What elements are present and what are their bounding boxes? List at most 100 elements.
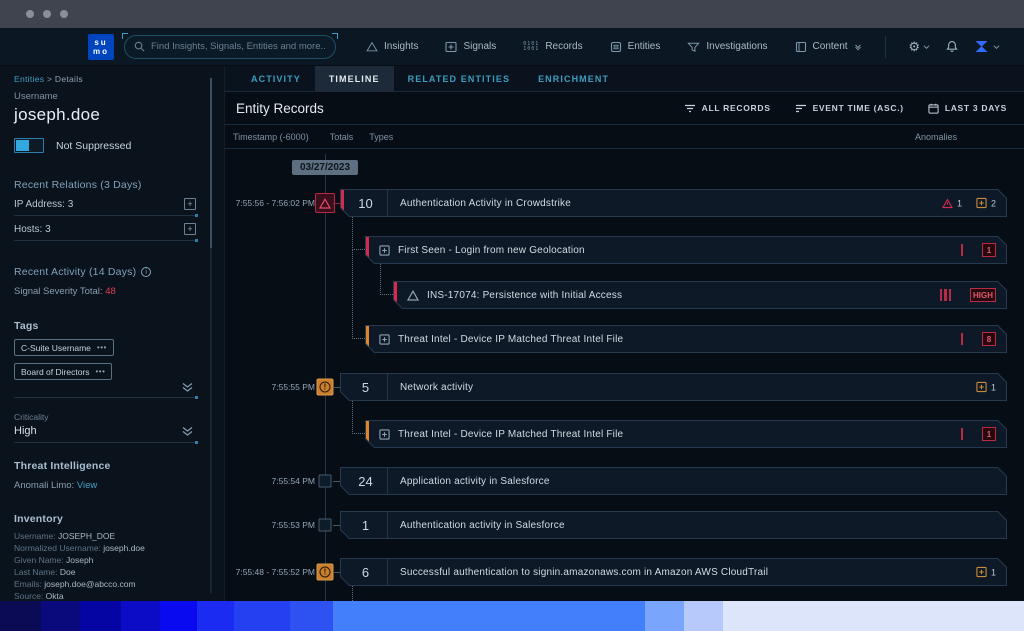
breadcrumb-entities-link[interactable]: Entities (14, 74, 44, 84)
tag-chip[interactable]: C-Suite Username ••• (14, 339, 114, 356)
timeline-row: 7:55:55 PM ! 5 Network activity 1 (225, 373, 1024, 401)
tag-label: Board of Directors (21, 367, 90, 377)
expand-ip-button[interactable]: + (184, 198, 196, 210)
criticality-select[interactable]: High (14, 422, 196, 443)
gradient-segment (197, 601, 234, 631)
severity-bars (961, 244, 964, 256)
tags-expand-button[interactable] (14, 380, 196, 398)
calendar-icon (928, 103, 939, 114)
window-titlebar (0, 0, 1024, 28)
search-input[interactable] (151, 41, 326, 52)
avatar-logo-icon (974, 40, 989, 53)
record-badges: 8 (961, 332, 997, 346)
tab-enrichment[interactable]: ENRICHMENT (524, 66, 623, 91)
user-menu-button[interactable] (974, 40, 1000, 53)
double-chevron-icon (181, 382, 194, 393)
timeline-row-nested: Threat Intel - Device IP Matched Threat … (225, 325, 1024, 353)
severity-box: HIGH (970, 288, 996, 302)
sumo-logo[interactable]: sumo (88, 34, 114, 60)
record-group-card[interactable]: 5 Network activity 1 (340, 373, 1007, 401)
content-icon (795, 41, 807, 53)
expand-hosts-button[interactable]: + (184, 223, 196, 235)
activity-heading: Recent Activity (14 Days) i (14, 266, 196, 278)
inv-value: joseph.doe@abcco.com (44, 579, 135, 589)
nav-item-insights[interactable]: Insights (366, 41, 418, 52)
node-connector (333, 203, 340, 204)
record-timestamp: 7:55:56 - 7:56:02 PM (225, 198, 315, 208)
nav-menu: Insights Signals 01011001 Records Entiti… (366, 41, 862, 53)
relation-label: IP Address: 3 (14, 199, 73, 210)
info-icon[interactable]: i (141, 267, 151, 277)
tag-menu-icon[interactable]: ••• (97, 343, 107, 352)
navbar-utilities: ⚙ (885, 36, 1024, 58)
nav-label: Signals (463, 41, 496, 52)
severity-accent (366, 421, 369, 447)
inv-key: Given Name: (14, 555, 64, 565)
entity-sidebar: Entities > Details Username joseph.doe N… (0, 66, 225, 601)
filter-icon (684, 104, 696, 113)
column-totals: Totals (330, 132, 354, 142)
signal-card[interactable]: Threat Intel - Device IP Matched Threat … (365, 325, 1007, 353)
tab-activity[interactable]: ACTIVITY (237, 66, 315, 91)
window-control-close[interactable] (26, 10, 34, 18)
inv-key: Emails: (14, 579, 42, 589)
window-control-maximize[interactable] (60, 10, 68, 18)
record-title: Authentication activity in Salesforce (400, 520, 565, 531)
signal-card[interactable]: Threat Intel - Device IP Matched Threat … (365, 420, 1007, 448)
record-group-card[interactable]: 24 Application activity in Salesforce (340, 467, 1007, 495)
sidebar-scrollbar-thumb[interactable] (210, 78, 212, 248)
anomaly-node-icon[interactable] (315, 193, 335, 213)
time-range-button[interactable]: LAST 3 DAYS (928, 103, 1007, 114)
timeline-node[interactable] (319, 475, 332, 488)
nav-label: Investigations (706, 41, 767, 52)
record-group-card[interactable]: 10 Authentication Activity in Crowdstrik… (340, 189, 1007, 217)
anomaly-count-badge: 1 (942, 198, 962, 208)
nav-item-signals[interactable]: Signals (445, 41, 496, 53)
signal-card[interactable]: First Seen - Login from new Geolocation … (365, 236, 1007, 264)
record-group-card[interactable]: 6 Successful authentication to signin.am… (340, 558, 1007, 586)
threat-intel-view-link[interactable]: View (77, 480, 97, 491)
timeline-row: 7:55:53 PM 1 Authentication activity in … (225, 511, 1024, 539)
date-chip: 03/27/2023 (292, 160, 358, 175)
chevron-down-icon (854, 43, 862, 51)
nav-item-investigations[interactable]: Investigations (687, 41, 767, 53)
severity-bars (961, 333, 964, 345)
relation-row-ip: IP Address: 3 + (14, 191, 196, 216)
node-connector (333, 572, 340, 573)
inv-value: Doe (60, 567, 76, 577)
global-search[interactable] (124, 35, 336, 59)
activity-heading-text: Recent Activity (14 Days) (14, 266, 136, 278)
filter-records-button[interactable]: ALL RECORDS (684, 103, 771, 114)
column-anomalies: Anomalies (915, 132, 957, 142)
record-group-card[interactable]: 1 Authentication activity in Salesforce (340, 511, 1007, 539)
warning-node-icon[interactable]: ! (317, 564, 334, 581)
inv-value: Okta (46, 591, 64, 601)
record-count: 1 (344, 512, 388, 538)
timeline-node[interactable] (319, 519, 332, 532)
main-panel: ACTIVITY TIMELINE RELATED ENTITIES ENRIC… (225, 66, 1024, 601)
severity-accent (394, 282, 397, 308)
insight-triangle-icon (407, 290, 419, 301)
notifications-button[interactable] (946, 40, 958, 53)
sort-order-button[interactable]: EVENT TIME (ASC.) (795, 103, 904, 114)
tab-related-entities[interactable]: RELATED ENTITIES (394, 66, 524, 91)
nav-item-records[interactable]: 01011001 Records (523, 41, 582, 52)
tag-menu-icon[interactable]: ••• (96, 367, 106, 376)
tag-chip[interactable]: Board of Directors ••• (14, 363, 112, 380)
nav-item-content[interactable]: Content (795, 41, 862, 53)
insight-card[interactable]: INS-17074: Persistence with Initial Acce… (393, 281, 1007, 309)
warning-node-icon[interactable]: ! (317, 379, 334, 396)
control-label: LAST 3 DAYS (945, 103, 1007, 113)
threat-intel-source: Anomali Limo: View (14, 480, 196, 491)
nav-item-entities[interactable]: Entities (610, 41, 661, 53)
settings-button[interactable]: ⚙ (908, 39, 930, 55)
tag-label: C-Suite Username (21, 343, 91, 353)
suppression-toggle[interactable] (14, 138, 44, 153)
record-title: Successful authentication to signin.amaz… (400, 567, 768, 578)
window-control-minimize[interactable] (43, 10, 51, 18)
timeline-row: 7:55:48 - 7:55:52 PM ! 6 Successful auth… (225, 558, 1024, 586)
record-badges: 1 (976, 382, 996, 393)
record-controls: ALL RECORDS EVENT TIME (ASC.) LAST 3 DAY… (684, 103, 1007, 114)
criticality-value: High (14, 425, 37, 437)
tab-timeline[interactable]: TIMELINE (315, 66, 394, 91)
